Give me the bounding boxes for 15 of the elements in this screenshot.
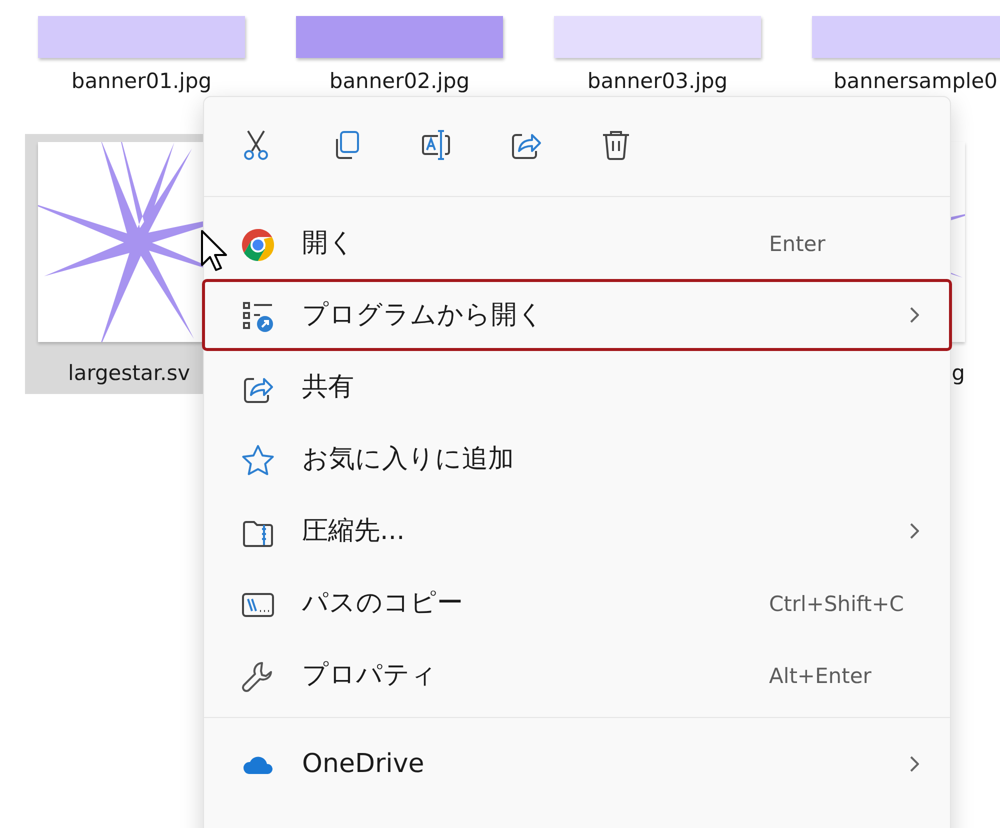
shortcut-text: Enter [769, 232, 826, 256]
menu-item[interactable]: プロパティ Alt+Enter [202, 639, 952, 711]
file-name: bannersample0 [833, 68, 998, 94]
shortcut-text: Alt+Enter [769, 664, 872, 688]
file-name: g [952, 360, 965, 387]
file-name: banner01.jpg [71, 68, 212, 94]
menu-item[interactable]: 圧縮先... [202, 495, 952, 567]
file-name: largestar.sv [67, 360, 192, 387]
menu-item[interactable]: プログラムから開く [202, 279, 952, 351]
file-name: banner02.jpg [329, 68, 470, 94]
menu-item[interactable]: パスのコピー Ctrl+Shift+C [202, 567, 952, 639]
file-name: banner03.jpg [587, 68, 728, 94]
menu-item[interactable]: OneDrive [202, 728, 952, 800]
menu-item[interactable]: お気に入りに追加 [202, 423, 952, 495]
shortcut-text: Ctrl+Shift+C [769, 592, 904, 616]
